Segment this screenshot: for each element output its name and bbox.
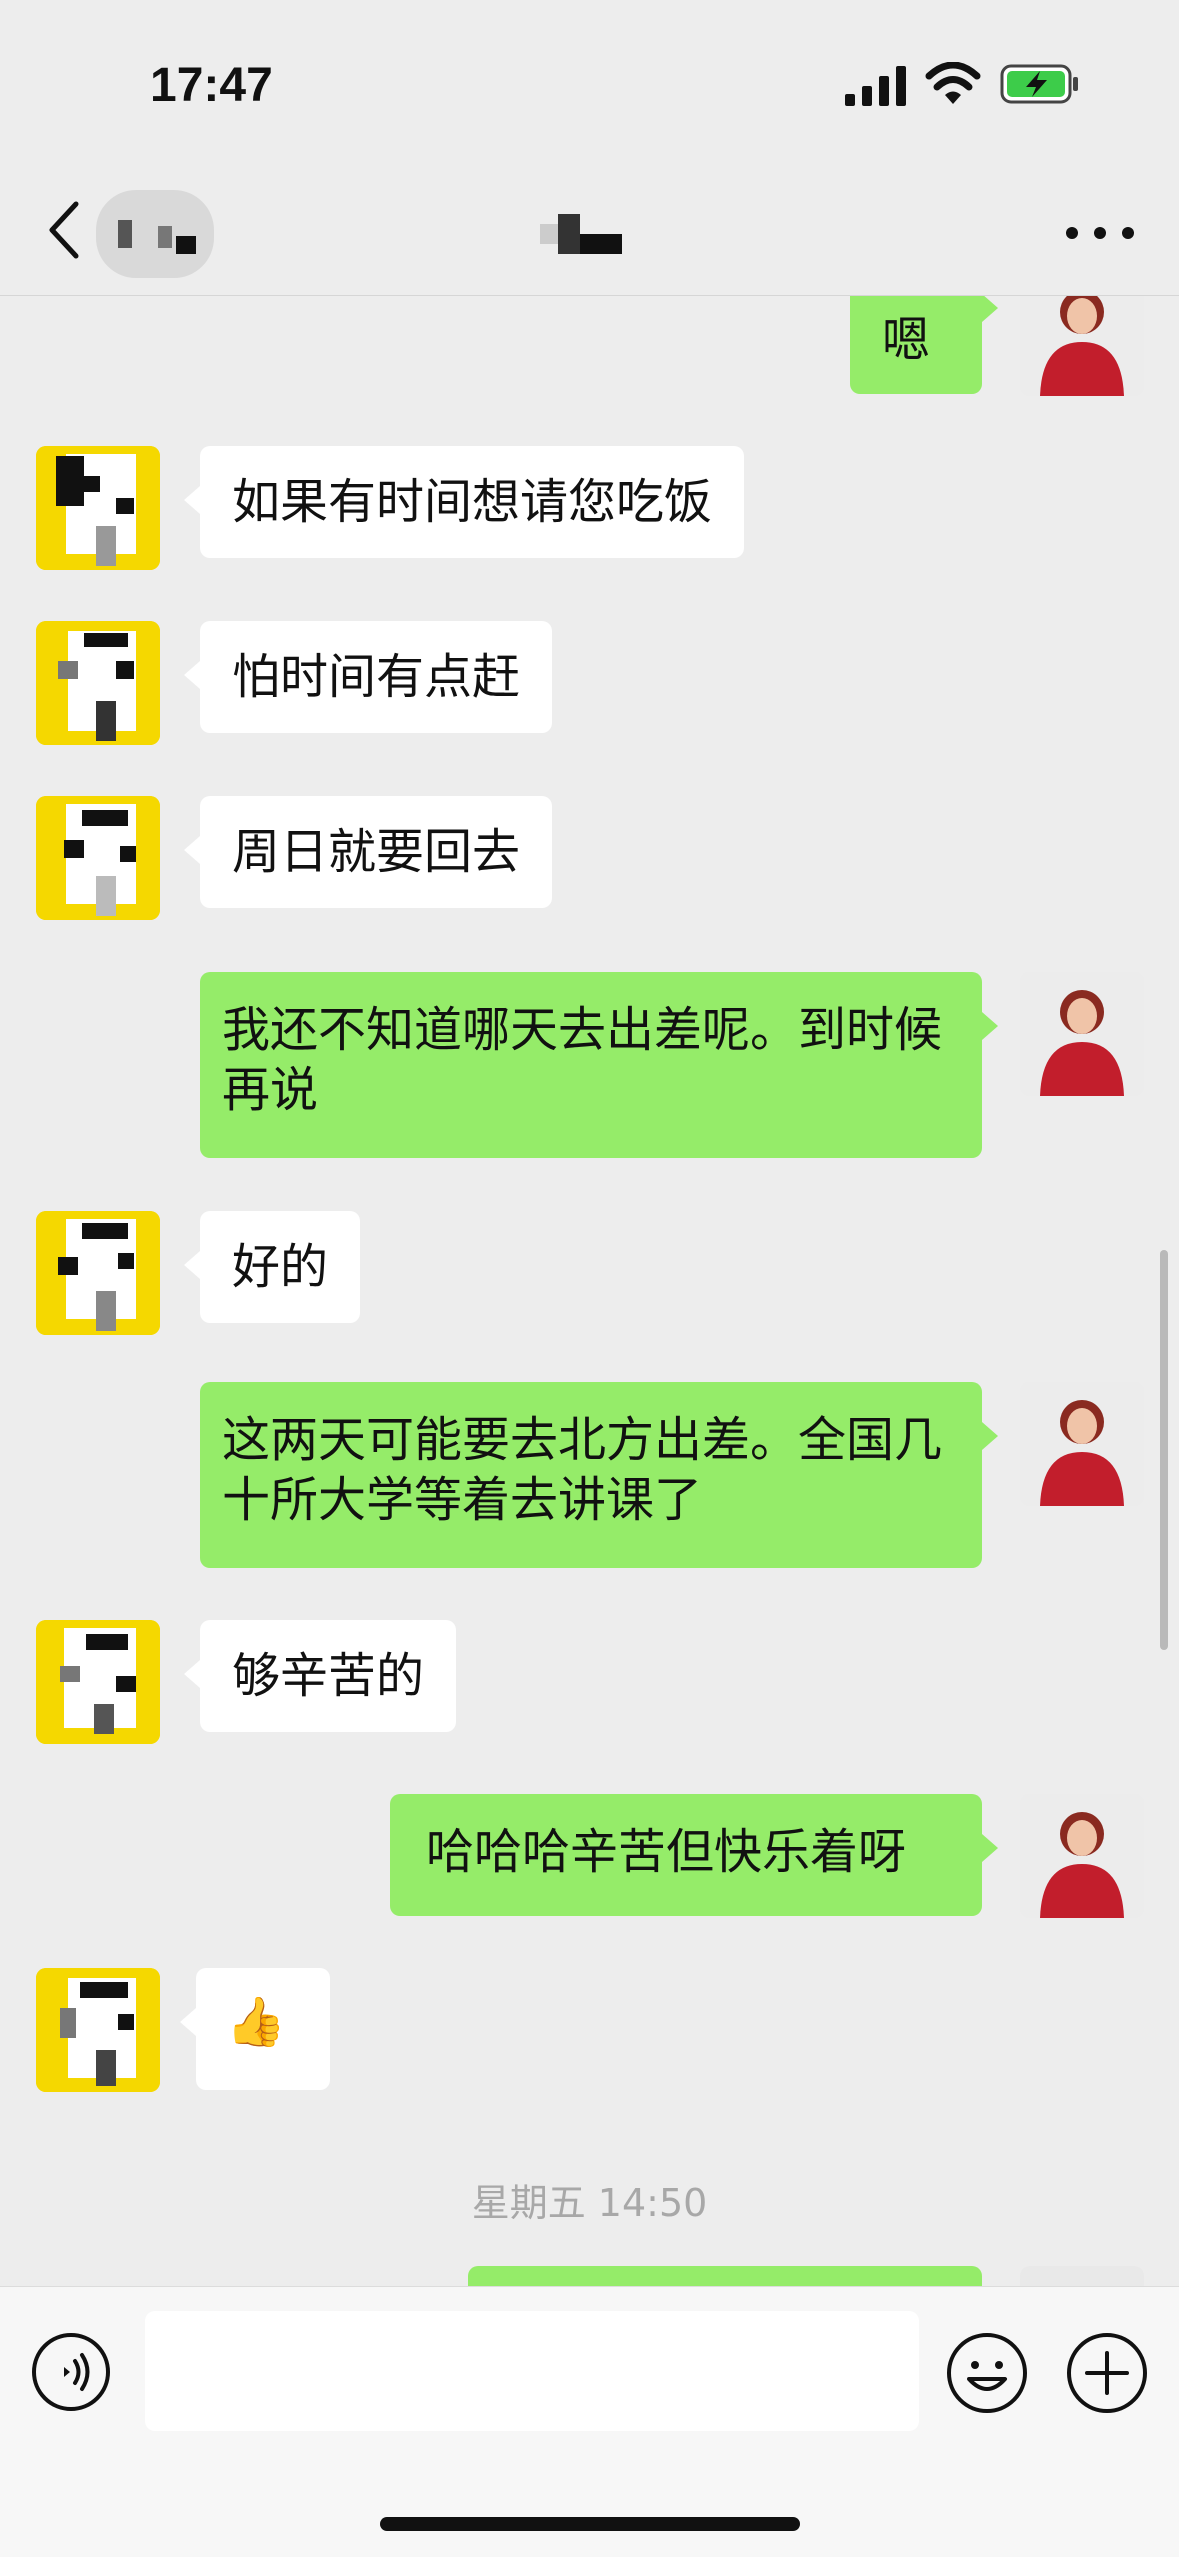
message-row: 怕时间有点赶 (0, 621, 1179, 751)
wifi-icon (925, 62, 981, 104)
message-row: 周日就要回去 (0, 796, 1179, 926)
outgoing-bubble[interactable]: 嗯 (850, 296, 998, 394)
chat-header (0, 170, 1179, 296)
message-row: 如果有时间想请您吃饭 (0, 446, 1179, 576)
voice-icon[interactable] (30, 2331, 112, 2413)
my-avatar[interactable] (1020, 1794, 1144, 1918)
outgoing-bubble[interactable]: 哈哈哈辛苦但快乐着呀 (390, 1794, 998, 1916)
message-list[interactable]: 嗯 如果有时间想请您吃饭 怕时间有点赶 周日就要回去 我还不知道哪天去出差呢。到… (0, 296, 1179, 2286)
my-avatar[interactable] (1020, 1382, 1144, 1506)
cellular-signal-icon (845, 66, 906, 106)
message-row: 够辛苦的 (0, 1620, 1179, 1750)
more-icon[interactable] (1060, 210, 1140, 256)
message-row: 我还不知道哪天去出差呢。到时候再说 (0, 972, 1179, 1162)
contact-avatar[interactable] (36, 446, 160, 570)
chevron-left-icon[interactable] (44, 198, 84, 262)
incoming-bubble[interactable]: 怕时间有点赶 (183, 621, 553, 733)
my-avatar[interactable] (1020, 296, 1144, 396)
incoming-bubble[interactable]: 👍 (180, 1968, 330, 2090)
contact-avatar[interactable] (36, 1968, 160, 2092)
contact-avatar[interactable] (36, 796, 160, 920)
scrollbar[interactable] (1160, 1250, 1168, 1650)
incoming-bubble[interactable]: 如果有时间想请您吃饭 (183, 446, 745, 558)
input-bar (0, 2286, 1179, 2557)
message-row: 嗯 (0, 296, 1179, 424)
my-avatar[interactable] (1020, 2266, 1144, 2286)
plus-icon[interactable] (1065, 2331, 1149, 2415)
message-input[interactable] (145, 2311, 919, 2431)
message-row: 👍 (0, 1968, 1179, 2098)
outgoing-bubble[interactable]: 这两天可能要去北方出差。全国几十所大学等着去讲课了 (200, 1382, 998, 1568)
outgoing-bubble[interactable]: 我还不知道哪天去出差呢。到时候再说 (200, 972, 998, 1158)
outgoing-bubble-cut[interactable] (468, 2266, 982, 2286)
incoming-bubble[interactable]: 好的 (183, 1211, 361, 1323)
message-row: 这两天可能要去北方出差。全国几十所大学等着去讲课了 (0, 1382, 1179, 1572)
unread-badge-pixelated[interactable] (96, 190, 214, 278)
home-indicator (380, 2517, 800, 2531)
incoming-bubble[interactable]: 周日就要回去 (183, 796, 553, 908)
message-row: 好的 (0, 1211, 1179, 1341)
message-row: 哈哈哈辛苦但快乐着呀 (0, 1794, 1179, 1924)
contact-avatar[interactable] (36, 1211, 160, 1335)
my-avatar[interactable] (1020, 972, 1144, 1096)
status-time: 17:47 (150, 59, 273, 112)
contact-avatar[interactable] (36, 621, 160, 745)
timestamp: 星期五 14:50 (471, 2181, 708, 2225)
contact-avatar[interactable] (36, 1620, 160, 1744)
emoji-icon[interactable] (945, 2331, 1029, 2415)
status-bar: 17:47 (0, 0, 1179, 170)
contact-name-pixelated (540, 214, 622, 254)
incoming-bubble[interactable]: 够辛苦的 (183, 1620, 457, 1732)
battery-charging-icon (1000, 64, 1078, 104)
